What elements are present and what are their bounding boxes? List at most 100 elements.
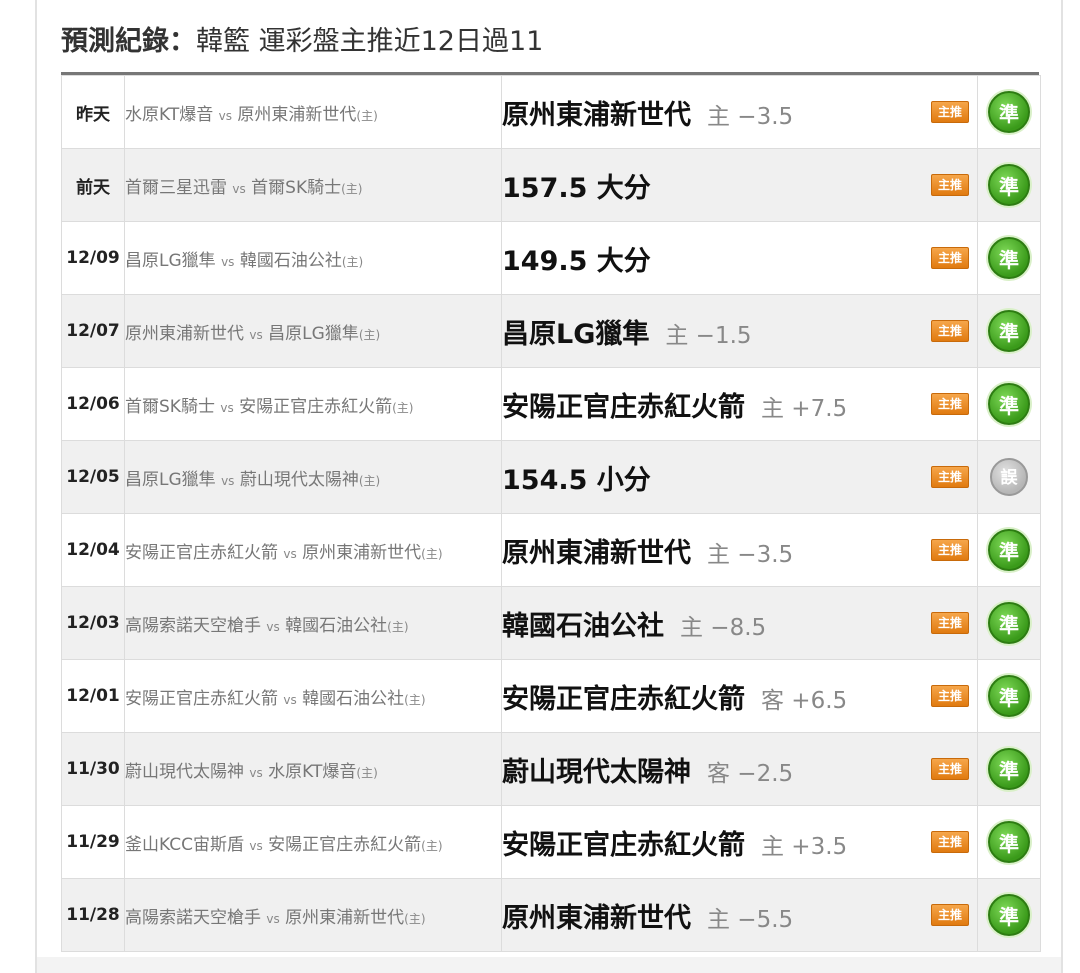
vs-label: vs <box>266 911 280 926</box>
result-badge: 準 <box>988 821 1030 863</box>
record-date: 11/30 <box>61 732 125 806</box>
pick-odds: 主 −1.5 <box>665 322 752 349</box>
main-pick-tag: 主推 <box>931 101 969 123</box>
result-badge: 準 <box>988 91 1030 133</box>
home-marker: (主) <box>421 546 443 561</box>
pick-cell: 安陽正官庄赤紅火箭主 +3.5 主推 <box>501 805 978 879</box>
match-cell[interactable]: 首爾SK騎士 vs 安陽正官庄赤紅火箭(主) <box>124 367 502 441</box>
result-badge: 準 <box>988 164 1030 206</box>
main-pick-tag: 主推 <box>931 831 969 853</box>
pick-cell: 149.5 大分 主推 <box>501 221 978 295</box>
record-date: 12/04 <box>61 513 125 587</box>
record-row[interactable]: 11/28 高陽索諾天空槍手 vs 原州東浦新世代(主) 原州東浦新世代主 −5.5… <box>61 878 1041 952</box>
match-cell[interactable]: 昌原LG獵隼 vs 蔚山現代太陽神(主) <box>124 440 502 514</box>
record-row[interactable]: 昨天 水原KT爆音 vs 原州東浦新世代(主) 原州東浦新世代主 −3.5 主推準 <box>61 75 1041 149</box>
result-cell: 準 <box>977 878 1041 952</box>
pick-label: 安陽正官庄赤紅火箭 <box>502 391 746 423</box>
main-pick-tag: 主推 <box>931 758 969 780</box>
match-cell[interactable]: 安陽正官庄赤紅火箭 vs 韓國石油公社(主) <box>124 659 502 733</box>
match-cell[interactable]: 高陽索諾天空槍手 vs 原州東浦新世代(主) <box>124 878 502 952</box>
vs-label: vs <box>283 546 297 561</box>
result-badge: 準 <box>988 894 1030 936</box>
vs-label: vs <box>249 327 263 342</box>
record-date: 前天 <box>61 148 125 222</box>
main-pick-tag: 主推 <box>931 539 969 561</box>
home-team: 原州東浦新世代 <box>237 104 357 125</box>
main-pick-tag: 主推 <box>931 247 969 269</box>
pick-label: 157.5 大分 <box>502 172 651 204</box>
result-cell: 準 <box>977 659 1041 733</box>
pick-cell: 原州東浦新世代主 −5.5 主推 <box>501 878 978 952</box>
record-row[interactable]: 12/01 安陽正官庄赤紅火箭 vs 韓國石油公社(主) 安陽正官庄赤紅火箭客 +6… <box>61 659 1041 733</box>
away-team: 安陽正官庄赤紅火箭 <box>125 542 279 563</box>
pick-label: 149.5 大分 <box>502 245 651 277</box>
record-row[interactable]: 前天 首爾三星迅雷 vs 首爾SK騎士(主) 157.5 大分 主推準 <box>61 148 1041 222</box>
home-team: 原州東浦新世代 <box>302 542 422 563</box>
record-date: 12/01 <box>61 659 125 733</box>
pick-cell: 安陽正官庄赤紅火箭主 +7.5 主推 <box>501 367 978 441</box>
match-cell[interactable]: 安陽正官庄赤紅火箭 vs 原州東浦新世代(主) <box>124 513 502 587</box>
result-badge: 準 <box>988 310 1030 352</box>
bottom-shade <box>37 957 1061 973</box>
match-cell[interactable]: 昌原LG獵隼 vs 韓國石油公社(主) <box>124 221 502 295</box>
away-team: 昌原LG獵隼 <box>125 469 216 490</box>
record-row[interactable]: 12/06 首爾SK騎士 vs 安陽正官庄赤紅火箭(主) 安陽正官庄赤紅火箭主 +7… <box>61 367 1041 441</box>
match-cell[interactable]: 高陽索諾天空槍手 vs 韓國石油公社(主) <box>124 586 502 660</box>
record-date: 11/29 <box>61 805 125 879</box>
record-row[interactable]: 12/09 昌原LG獵隼 vs 韓國石油公社(主) 149.5 大分 主推準 <box>61 221 1041 295</box>
away-team: 昌原LG獵隼 <box>125 250 216 271</box>
result-cell: 準 <box>977 805 1041 879</box>
pick-label: 原州東浦新世代 <box>502 99 692 131</box>
vs-label: vs <box>266 619 280 634</box>
record-row[interactable]: 11/29 釜山KCC宙斯盾 vs 安陽正官庄赤紅火箭(主) 安陽正官庄赤紅火箭主 … <box>61 805 1041 879</box>
right-frame-border <box>1061 0 1063 973</box>
pick-odds: 主 −3.5 <box>707 103 794 130</box>
main-pick-tag: 主推 <box>931 174 969 196</box>
result-badge: 準 <box>988 529 1030 571</box>
result-badge: 誤 <box>990 458 1028 496</box>
pick-odds: 主 +3.5 <box>761 833 848 860</box>
away-team: 水原KT爆音 <box>125 104 214 125</box>
record-row[interactable]: 12/04 安陽正官庄赤紅火箭 vs 原州東浦新世代(主) 原州東浦新世代主 −3.… <box>61 513 1041 587</box>
title-main: 預測紀錄： <box>61 26 196 57</box>
away-team: 安陽正官庄赤紅火箭 <box>125 688 279 709</box>
result-cell: 準 <box>977 367 1041 441</box>
home-marker: (主) <box>341 254 364 269</box>
record-row[interactable]: 12/03 高陽索諾天空槍手 vs 韓國石油公社(主) 韓國石油公社主 −8.5 主推… <box>61 586 1041 660</box>
vs-label: vs <box>218 108 232 123</box>
match-cell[interactable]: 蔚山現代太陽神 vs 水原KT爆音(主) <box>124 732 502 806</box>
record-row[interactable]: 11/30 蔚山現代太陽神 vs 水原KT爆音(主) 蔚山現代太陽神客 −2.5 主推… <box>61 732 1041 806</box>
home-team: 水原KT爆音 <box>268 761 357 782</box>
vs-label: vs <box>221 473 235 488</box>
home-marker: (主) <box>404 692 426 707</box>
home-marker: (主) <box>421 838 443 853</box>
result-badge: 準 <box>988 602 1030 644</box>
match-cell[interactable]: 釜山KCC宙斯盾 vs 安陽正官庄赤紅火箭(主) <box>124 805 502 879</box>
pick-label: 韓國石油公社 <box>502 610 665 642</box>
away-team: 首爾SK騎士 <box>125 396 215 417</box>
record-row[interactable]: 12/05 昌原LG獵隼 vs 蔚山現代太陽神(主) 154.5 小分 主推誤 <box>61 440 1041 514</box>
result-cell: 準 <box>977 586 1041 660</box>
match-cell[interactable]: 原州東浦新世代 vs 昌原LG獵隼(主) <box>124 294 502 368</box>
home-marker: (主) <box>387 619 409 634</box>
record-date: 11/28 <box>61 878 125 952</box>
main-pick-tag: 主推 <box>931 612 969 634</box>
main-pick-tag: 主推 <box>931 685 969 707</box>
vs-label: vs <box>221 254 235 269</box>
record-date: 12/05 <box>61 440 125 514</box>
home-marker: (主) <box>341 181 363 196</box>
pick-odds: 客 −2.5 <box>707 760 794 787</box>
vs-label: vs <box>249 765 263 780</box>
pick-odds: 主 −5.5 <box>707 906 794 933</box>
page-title: 預測紀錄：韓籃 運彩盤主推近12日過11 <box>61 22 543 62</box>
home-marker: (主) <box>358 473 381 488</box>
result-cell: 準 <box>977 221 1041 295</box>
pick-label: 蔚山現代太陽神 <box>502 756 692 788</box>
result-cell: 準 <box>977 75 1041 149</box>
away-team: 高陽索諾天空槍手 <box>125 907 262 928</box>
record-row[interactable]: 12/07 原州東浦新世代 vs 昌原LG獵隼(主) 昌原LG獵隼主 −1.5 主推準 <box>61 294 1041 368</box>
pick-cell: 蔚山現代太陽神客 −2.5 主推 <box>501 732 978 806</box>
match-cell[interactable]: 水原KT爆音 vs 原州東浦新世代(主) <box>124 75 502 149</box>
match-cell[interactable]: 首爾三星迅雷 vs 首爾SK騎士(主) <box>124 148 502 222</box>
result-cell: 準 <box>977 732 1041 806</box>
